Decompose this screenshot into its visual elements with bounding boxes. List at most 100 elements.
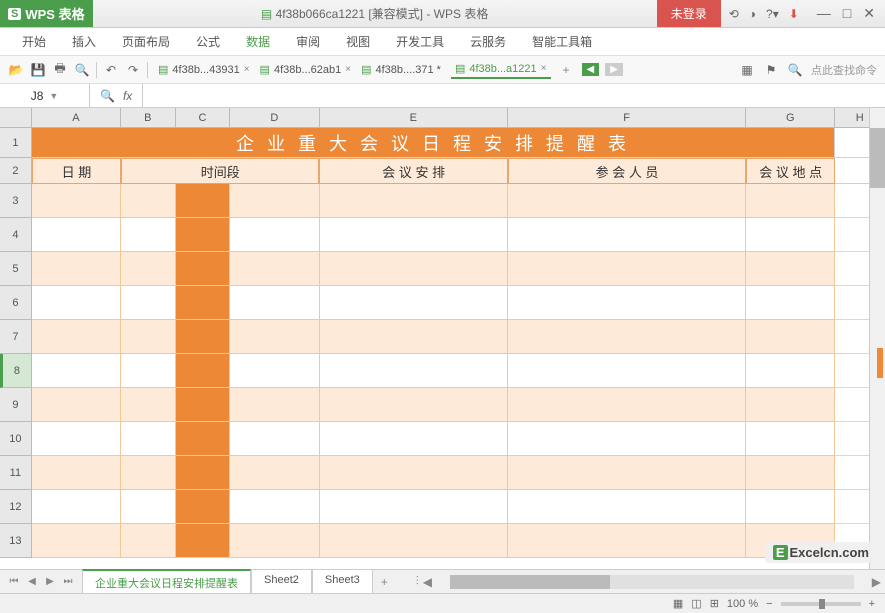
cell[interactable] — [121, 388, 176, 422]
cell[interactable] — [121, 252, 176, 286]
col-header-F[interactable]: F — [508, 108, 746, 127]
cell[interactable] — [32, 490, 121, 524]
close-icon[interactable]: × — [345, 64, 351, 75]
help-icon[interactable]: ?▾ — [766, 7, 779, 21]
header-cell[interactable]: 参 会 人 员 — [508, 158, 746, 184]
open-icon[interactable]: 📂 — [8, 62, 24, 78]
fx-search-icon[interactable]: 🔍 — [100, 89, 115, 103]
scrollbar-thumb[interactable] — [870, 128, 885, 188]
add-sheet-button[interactable]: + — [373, 571, 396, 593]
cell[interactable] — [746, 184, 835, 218]
cell[interactable] — [32, 388, 121, 422]
maximize-button[interactable]: □ — [843, 5, 851, 22]
cell[interactable] — [746, 456, 835, 490]
cell[interactable] — [508, 388, 746, 422]
cell[interactable] — [32, 252, 121, 286]
cell[interactable] — [230, 490, 319, 524]
fx-button[interactable]: fx — [123, 89, 132, 103]
select-all-corner[interactable] — [0, 108, 32, 127]
redo-icon[interactable]: ↷ — [125, 62, 141, 78]
cell[interactable] — [121, 422, 176, 456]
cell[interactable] — [32, 354, 121, 388]
cell[interactable] — [320, 490, 509, 524]
col-header-D[interactable]: D — [230, 108, 319, 127]
cell[interactable] — [32, 456, 121, 490]
row-header[interactable]: 5 — [0, 252, 32, 286]
search-hint[interactable]: 点此查找命令 — [811, 62, 877, 78]
cell[interactable] — [746, 286, 835, 320]
view-page-icon[interactable]: ◫ — [691, 597, 701, 610]
cell[interactable] — [230, 320, 319, 354]
cell[interactable] — [176, 490, 231, 524]
row-header[interactable]: 2 — [0, 158, 32, 184]
view-normal-icon[interactable]: ▦ — [673, 597, 683, 610]
menu-公式[interactable]: 公式 — [184, 29, 232, 54]
cell[interactable] — [121, 320, 176, 354]
sheet-prev-button[interactable]: ◀ — [24, 576, 40, 587]
cell[interactable] — [176, 286, 231, 320]
cell[interactable] — [508, 524, 746, 558]
zoom-out-button[interactable]: − — [766, 598, 772, 610]
cell[interactable] — [121, 286, 176, 320]
scrollbar-thumb[interactable] — [450, 575, 610, 589]
cell[interactable] — [176, 422, 231, 456]
zoom-in-button[interactable]: + — [869, 598, 875, 610]
cell[interactable] — [320, 388, 509, 422]
vertical-scrollbar[interactable] — [869, 108, 885, 569]
cell[interactable] — [320, 286, 509, 320]
cell[interactable] — [746, 354, 835, 388]
sheet-first-button[interactable]: ⏮ — [6, 576, 22, 587]
menu-页面布局[interactable]: 页面布局 — [110, 29, 182, 54]
cell[interactable] — [230, 218, 319, 252]
sheet-tab[interactable]: Sheet3 — [312, 569, 373, 595]
zoom-slider[interactable] — [781, 602, 861, 606]
new-tab-button[interactable]: + — [557, 63, 576, 77]
cell[interactable] — [320, 354, 509, 388]
cell[interactable] — [230, 456, 319, 490]
menu-智能工具箱[interactable]: 智能工具箱 — [520, 29, 604, 54]
col-header-B[interactable]: B — [121, 108, 176, 127]
cell[interactable] — [176, 218, 231, 252]
row-header[interactable]: 10 — [0, 422, 32, 456]
header-cell[interactable]: 时间段 — [121, 158, 319, 184]
tab-prev-button[interactable]: ◀ — [582, 63, 600, 76]
cell[interactable] — [32, 286, 121, 320]
menu-云服务[interactable]: 云服务 — [458, 29, 518, 54]
cell[interactable] — [746, 422, 835, 456]
cell[interactable] — [746, 252, 835, 286]
cell[interactable] — [230, 422, 319, 456]
cell[interactable] — [230, 524, 319, 558]
doc-tab[interactable]: ▤ 4f38b...a1221 × — [451, 60, 551, 79]
cell[interactable] — [32, 218, 121, 252]
title-cell[interactable]: 企 业 重 大 会 议 日 程 安 排 提 醒 表 — [32, 128, 836, 158]
cell[interactable] — [508, 490, 746, 524]
row-header[interactable]: 9 — [0, 388, 32, 422]
close-button[interactable]: ✕ — [863, 5, 875, 22]
cell[interactable] — [176, 252, 231, 286]
col-header-G[interactable]: G — [746, 108, 835, 127]
cell[interactable] — [176, 354, 231, 388]
sheet-tab[interactable]: Sheet2 — [251, 569, 312, 595]
cell[interactable] — [32, 320, 121, 354]
col-header-E[interactable]: E — [320, 108, 509, 127]
doc-tab[interactable]: ▤ 4f38b....371 * — [357, 60, 449, 79]
view-break-icon[interactable]: ⊞ — [710, 597, 719, 610]
chevron-down-icon[interactable]: ▼ — [49, 91, 58, 101]
minimize-button[interactable]: — — [817, 5, 831, 22]
cell[interactable] — [320, 184, 509, 218]
scroll-right-button[interactable]: ▶ — [868, 575, 885, 589]
cell[interactable] — [508, 252, 746, 286]
spreadsheet-grid[interactable]: ABCDEFGH 1企 业 重 大 会 议 日 程 安 排 提 醒 表2日 期时… — [0, 108, 885, 588]
close-icon[interactable]: × — [541, 63, 547, 74]
cell[interactable] — [746, 218, 835, 252]
col-header-C[interactable]: C — [176, 108, 231, 127]
menu-数据[interactable]: 数据 — [234, 29, 282, 54]
cell[interactable] — [176, 184, 231, 218]
cell[interactable] — [230, 252, 319, 286]
doc-tab[interactable]: ▤ 4f38b...62ab1 × — [256, 60, 356, 79]
cell[interactable] — [121, 184, 176, 218]
pin-icon[interactable]: ⬇ — [789, 7, 799, 21]
tab-next-button[interactable]: ▶ — [605, 63, 623, 76]
grid-icon[interactable]: ▦ — [739, 62, 755, 78]
save-icon[interactable]: 💾 — [30, 62, 46, 78]
